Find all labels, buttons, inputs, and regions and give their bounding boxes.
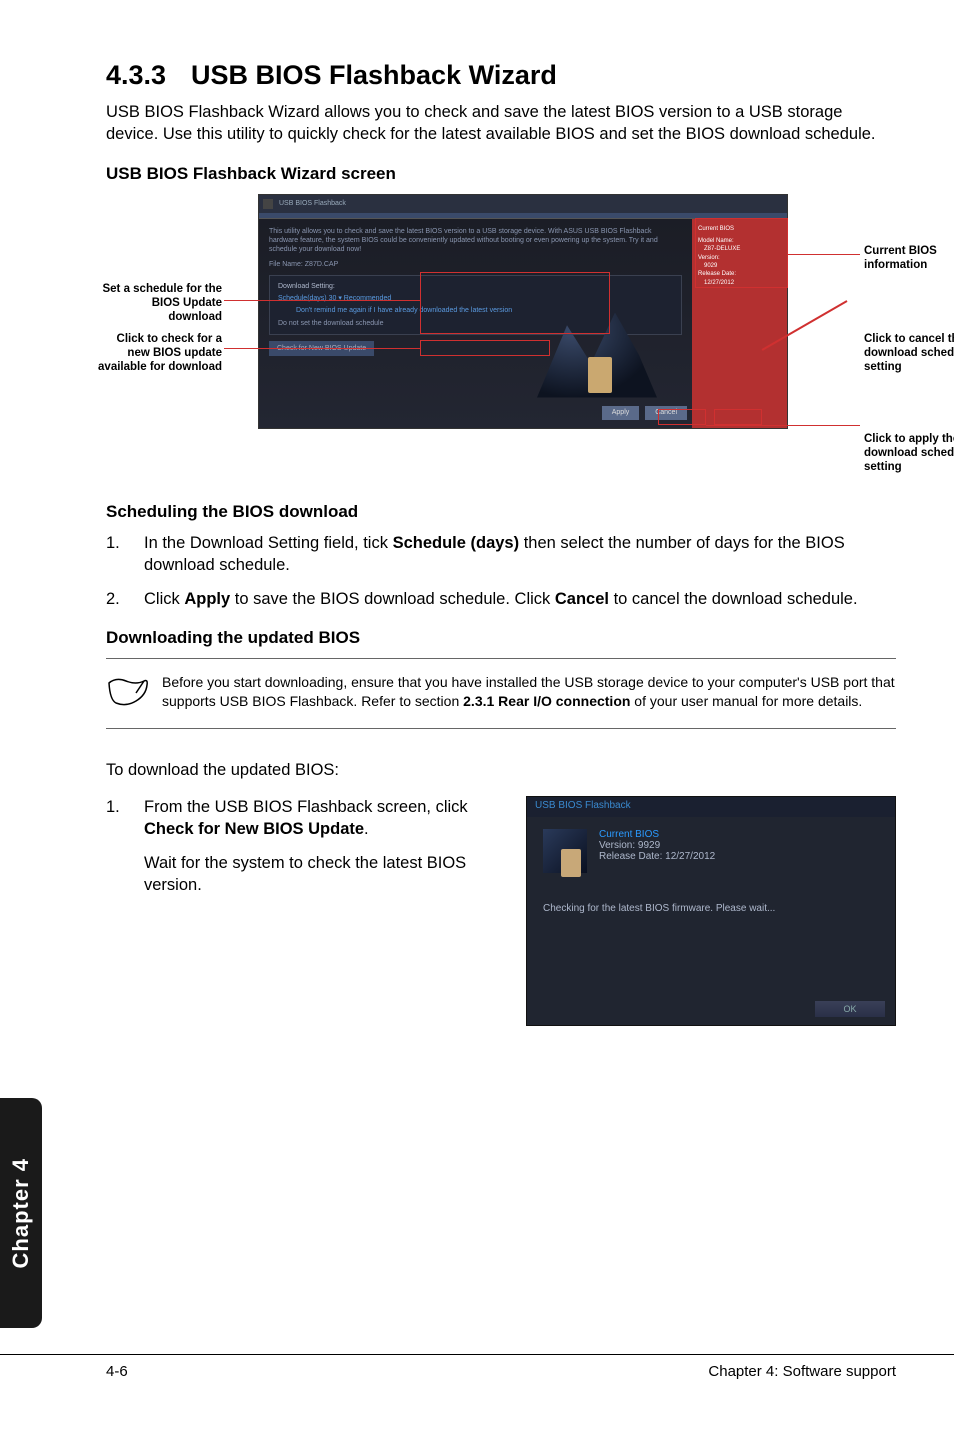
callout-label-apply: Click to apply the download schedule set…	[864, 432, 954, 475]
list-item: 2. Click Apply to save the BIOS download…	[106, 588, 896, 610]
screen-heading: USB BIOS Flashback Wizard screen	[106, 164, 896, 184]
step-number: 1.	[106, 796, 144, 897]
check-button-highlight-box	[420, 340, 550, 356]
chapter-side-tab: Chapter 4	[0, 1098, 42, 1328]
release-date-text: Release Date: 12/27/2012	[599, 851, 715, 862]
callout-line	[788, 254, 860, 256]
usb-stick-icon	[543, 829, 587, 873]
callout-label-schedule: Set a schedule for the BIOS Update downl…	[98, 282, 222, 325]
page-number: 4-6	[106, 1363, 128, 1380]
note-icon	[106, 673, 162, 714]
download-intro: To download the updated BIOS:	[106, 759, 896, 781]
note-text: Before you start downloading, ensure tha…	[162, 673, 896, 711]
wizard-screenshot-figure: USB BIOS Flashback This utility allows y…	[106, 194, 896, 484]
callout-label-bios-info: Current BIOS information	[864, 244, 954, 273]
bios-info-highlight-box	[695, 218, 788, 288]
tab-label: Chapter 4	[8, 1158, 34, 1268]
shot-desc: This utility allows you to check and sav…	[269, 227, 682, 254]
schedule-steps: 1. In the Download Setting field, tick S…	[106, 532, 896, 611]
shot-file-label: File Name: Z87D.CAP	[269, 260, 682, 269]
dialog-title: USB BIOS Flashback	[527, 797, 895, 817]
check-bios-screenshot: USB BIOS Flashback Current BIOS Version:…	[526, 796, 896, 1026]
section-heading: 4.3.3USB BIOS Flashback Wizard	[106, 60, 896, 91]
window-title: USB BIOS Flashback	[279, 200, 346, 207]
footer-title: Chapter 4: Software support	[708, 1363, 896, 1380]
schedule-highlight-box	[420, 272, 610, 334]
step-number: 2.	[106, 588, 144, 610]
checking-text: Checking for the latest BIOS firmware. P…	[527, 873, 895, 914]
cancel-highlight-box	[714, 409, 762, 425]
step-number: 1.	[106, 532, 144, 577]
section-title: USB BIOS Flashback Wizard	[191, 60, 557, 90]
version-text: Version: 9929	[599, 840, 715, 851]
callout-line	[224, 300, 420, 302]
list-item: 1. In the Download Setting field, tick S…	[106, 532, 896, 577]
page-footer: 4-6 Chapter 4: Software support	[0, 1354, 954, 1380]
apply-button: Apply	[602, 406, 640, 419]
list-item: 1. From the USB BIOS Flashback screen, c…	[106, 796, 504, 897]
callout-label-check: Click to check for a new BIOS update ava…	[98, 332, 222, 375]
callout-label-cancel: Click to cancel the download schedule se…	[864, 332, 954, 375]
download-heading: Downloading the updated BIOS	[106, 628, 896, 648]
callout-line	[706, 425, 860, 427]
schedule-heading: Scheduling the BIOS download	[106, 502, 896, 522]
wait-text: Wait for the system to check the latest …	[144, 852, 504, 897]
current-bios-label: Current BIOS	[599, 829, 715, 840]
intro-paragraph: USB BIOS Flashback Wizard allows you to …	[106, 101, 896, 146]
section-number: 4.3.3	[106, 60, 191, 91]
usb-stick-icon	[588, 357, 612, 393]
note-box: Before you start downloading, ensure tha…	[106, 658, 896, 729]
callout-line	[224, 348, 420, 350]
apply-highlight-box	[658, 409, 706, 425]
ok-button: OK	[815, 1001, 885, 1017]
